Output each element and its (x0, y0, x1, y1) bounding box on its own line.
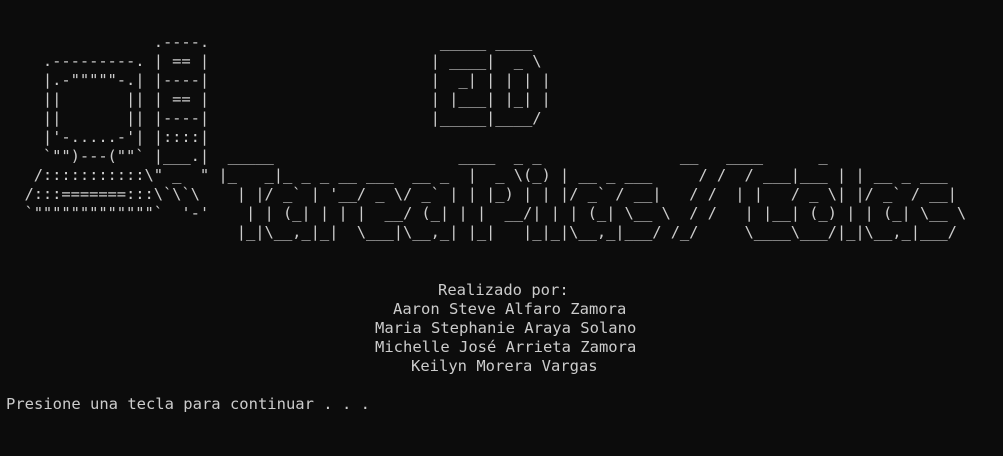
console-window: .----. _____ ____ .---------. | == | | _… (0, 0, 1003, 456)
credits-author: Keilyn Morera Vargas (411, 357, 598, 375)
credits-author: Maria Stephanie Araya Solano (375, 319, 637, 337)
continue-prompt: Presione una tecla para continuar . . . (6, 395, 370, 413)
ascii-banner-line: `"""""""""""""` '-' | | (_| | | | __/ (_… (6, 204, 967, 222)
credits-heading: Realizado por: (438, 281, 569, 299)
ascii-banner-line: .----. _____ ____ (6, 33, 533, 51)
ascii-banner-line: |.-"""""-.| |----| | _| | | | | (6, 71, 551, 89)
ascii-banner-line: || || |----| |_____|____/ (6, 109, 542, 127)
credits-author: Michelle José Arrieta Zamora (375, 338, 637, 356)
ascii-banner-line: `"")---(""` |___.| _____ ____ _ _ __ ___… (6, 147, 828, 165)
ascii-banner-line: /:::::::::::\" _ " |_ _|_ _ _ __ ___ __ … (6, 166, 948, 184)
ascii-banner-line: |_|\__,_|_| \___|\__,_| |_| |_|_|\__,_|_… (6, 223, 957, 241)
ascii-banner-line: || || | == | | |___| |_| | (6, 90, 551, 108)
ascii-banner-line: |'-.....-'| |::::| (6, 128, 210, 146)
ascii-banner-line: .---------. | == | | ____| _ \ (6, 52, 542, 70)
ascii-banner-line: /:::=======:::\`\`\ | |/ _` | '__/ _ \/ … (6, 185, 957, 203)
credits-author: Aaron Steve Alfaro Zamora (393, 300, 627, 318)
